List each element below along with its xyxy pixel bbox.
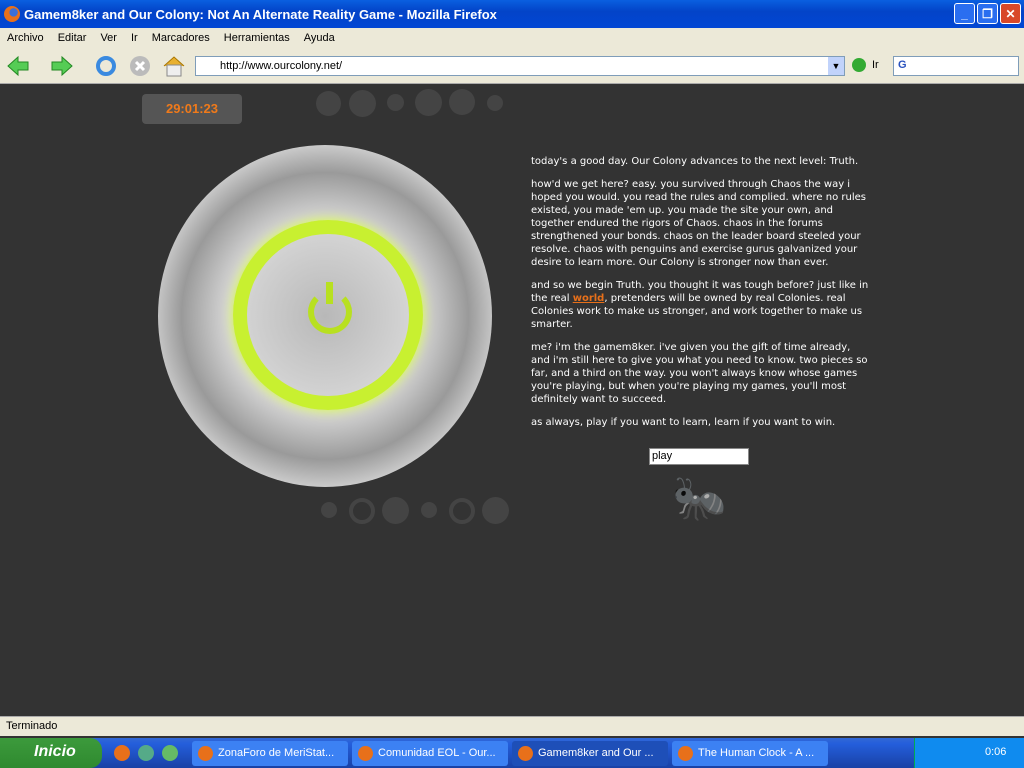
start-button[interactable]: Inicio bbox=[0, 738, 102, 768]
minimize-button[interactable]: _ bbox=[954, 3, 975, 24]
page-content: 29:01:23 today's a good day. Our Colony … bbox=[0, 85, 1024, 715]
menu-ir[interactable]: Ir bbox=[131, 32, 138, 44]
countdown-timer: 29:01:23 bbox=[142, 94, 242, 124]
ie-icon[interactable] bbox=[138, 745, 154, 761]
url-field[interactable]: http://www.ourcolony.net/▼ bbox=[195, 56, 845, 76]
dot-icon bbox=[382, 497, 409, 524]
task-gamem8ker[interactable]: Gamem8ker and Our ... bbox=[512, 741, 668, 766]
ring-icon bbox=[449, 498, 475, 524]
task-comunidad-eol[interactable]: Comunidad EOL - Our... bbox=[352, 741, 508, 766]
dot-icon bbox=[487, 95, 503, 111]
menu-marcadores[interactable]: Marcadores bbox=[152, 32, 210, 44]
status-bar: Terminado bbox=[0, 716, 1024, 736]
forward-arrow-icon[interactable] bbox=[50, 54, 74, 78]
dot-icon bbox=[316, 91, 341, 116]
app-icon[interactable] bbox=[162, 745, 178, 761]
quick-launch bbox=[114, 745, 178, 761]
ring-icon bbox=[349, 498, 375, 524]
play-input[interactable]: play bbox=[649, 448, 749, 465]
menu-archivo[interactable]: Archivo bbox=[7, 32, 44, 44]
task-zonaforo[interactable]: ZonaForo de MeriStat... bbox=[192, 741, 348, 766]
close-button[interactable]: ✕ bbox=[1000, 3, 1021, 24]
firefox-icon bbox=[4, 6, 20, 22]
title-bar: Gamem8ker and Our Colony: Not An Alterna… bbox=[0, 0, 1024, 28]
power-orb-image[interactable] bbox=[158, 145, 492, 487]
dot-icon bbox=[349, 90, 376, 117]
menu-editar[interactable]: Editar bbox=[58, 32, 87, 44]
go-button[interactable]: Ir bbox=[852, 58, 879, 72]
stop-icon[interactable] bbox=[128, 54, 152, 78]
home-icon[interactable] bbox=[162, 54, 186, 78]
dot-icon bbox=[421, 502, 437, 518]
dot-icon bbox=[387, 94, 404, 111]
url-dropdown-icon[interactable]: ▼ bbox=[828, 57, 844, 75]
back-arrow-icon[interactable] bbox=[6, 54, 30, 78]
ant-icon[interactable]: 🐜 bbox=[672, 477, 727, 521]
menu-ver[interactable]: Ver bbox=[100, 32, 117, 44]
power-icon bbox=[308, 282, 352, 334]
menu-herramientas[interactable]: Herramientas bbox=[224, 32, 290, 44]
firefox-icon[interactable] bbox=[114, 745, 130, 761]
dot-icon bbox=[449, 89, 475, 115]
window-title: Gamem8ker and Our Colony: Not An Alterna… bbox=[24, 6, 497, 22]
maximize-button[interactable]: ❐ bbox=[977, 3, 998, 24]
go-icon bbox=[852, 58, 866, 72]
dot-icon bbox=[321, 502, 337, 518]
menu-bar: Archivo Editar Ver Ir Marcadores Herrami… bbox=[0, 28, 1024, 48]
reload-icon[interactable] bbox=[94, 54, 118, 78]
dot-icon bbox=[415, 89, 442, 116]
world-link[interactable]: world bbox=[573, 293, 605, 304]
clock: 0:06 bbox=[985, 746, 1007, 758]
dot-icon bbox=[482, 497, 509, 524]
message-text: today's a good day. Our Colony advances … bbox=[531, 156, 869, 428]
search-input[interactable]: G bbox=[893, 56, 1019, 76]
taskbar: Inicio ZonaForo de MeriStat... Comunidad… bbox=[0, 738, 1024, 768]
system-tray: 0:06 bbox=[914, 738, 1024, 768]
task-human-clock[interactable]: The Human Clock - A ... bbox=[672, 741, 828, 766]
menu-ayuda[interactable]: Ayuda bbox=[304, 32, 335, 44]
